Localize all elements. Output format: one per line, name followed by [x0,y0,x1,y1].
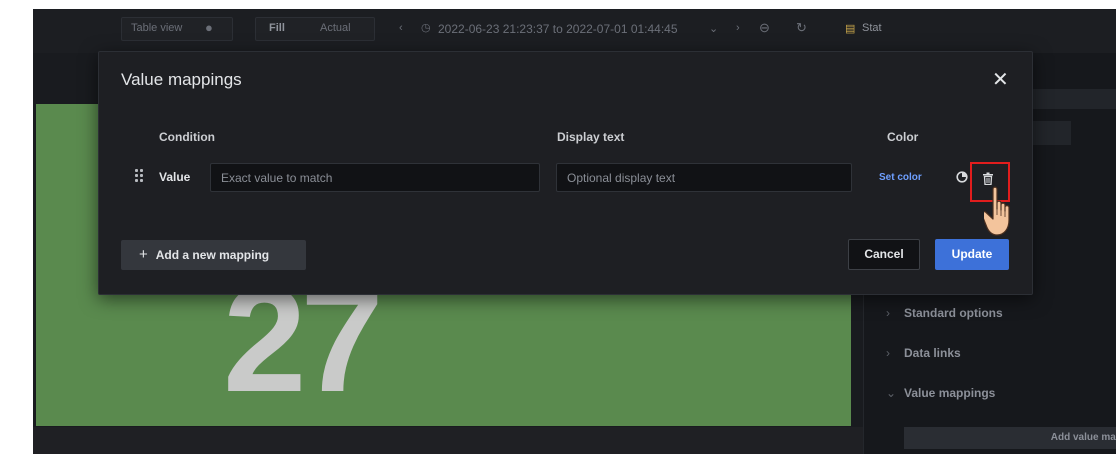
sidebar-item-label: Standard options [904,306,1003,320]
plus-icon: + [139,246,148,263]
chevron-right-icon: › [886,306,890,320]
actual-option[interactable]: Actual [320,22,351,34]
visualization-picker[interactable]: Stat [862,22,882,34]
value-mappings-dialog: Value mappings ✕ Condition Display text … [98,51,1033,295]
copy-icon[interactable] [956,171,968,183]
refresh-icon[interactable]: ↻ [796,20,807,36]
drag-handle-icon[interactable] [135,169,144,183]
condition-type[interactable]: Value [159,170,190,184]
display-text-header: Display text [557,130,625,144]
pointer-hand-icon [984,186,1010,236]
clock-icon: ◷ [421,22,431,34]
time-back-icon[interactable]: ‹ [399,22,403,34]
close-icon[interactable]: ✕ [992,67,1009,92]
panel-bottom-bar [33,427,863,454]
sidebar-item-value-mappings[interactable]: ⌄ Value mappings [886,386,995,400]
chevron-down-icon: ⌄ [886,386,897,400]
time-range[interactable]: 2022-06-23 21:23:37 to 2022-07-01 01:44:… [438,22,678,36]
sidebar-item-label: Value mappings [904,386,996,400]
sidebar-item-data-links[interactable]: › Data links [886,346,961,360]
trash-icon[interactable] [982,172,994,185]
add-mapping-button[interactable]: + Add a new mapping [121,240,306,270]
fill-option[interactable]: Fill [269,22,285,34]
value-input[interactable] [210,163,540,192]
add-mapping-label: Add a new mapping [155,248,270,262]
toggle-switch-icon[interactable]: ● [205,20,213,35]
zoom-out-icon[interactable]: ⊖ [759,20,770,36]
time-forward-icon[interactable]: › [736,22,740,34]
cancel-button[interactable]: Cancel [848,239,920,270]
condition-header: Condition [159,130,215,144]
add-value-mapping-button[interactable]: Add value mapp [904,427,1116,449]
set-color-link[interactable]: Set color [879,172,922,183]
panel-toolbar: Table view ● Fill Actual ‹ ◷ 2022-06-23 … [33,9,1116,53]
chevron-down-icon[interactable]: ⌄ [709,22,718,35]
table-view-label: Table view [131,22,183,34]
color-header: Color [887,130,919,144]
dialog-title: Value mappings [121,70,242,89]
display-text-input[interactable] [556,163,852,192]
chevron-right-icon: › [886,346,890,360]
update-button[interactable]: Update [935,239,1009,270]
sidebar-item-standard-options[interactable]: › Standard options [886,306,1003,320]
stat-icon: ▤ [845,23,856,35]
sidebar-item-label: Data links [904,346,961,360]
